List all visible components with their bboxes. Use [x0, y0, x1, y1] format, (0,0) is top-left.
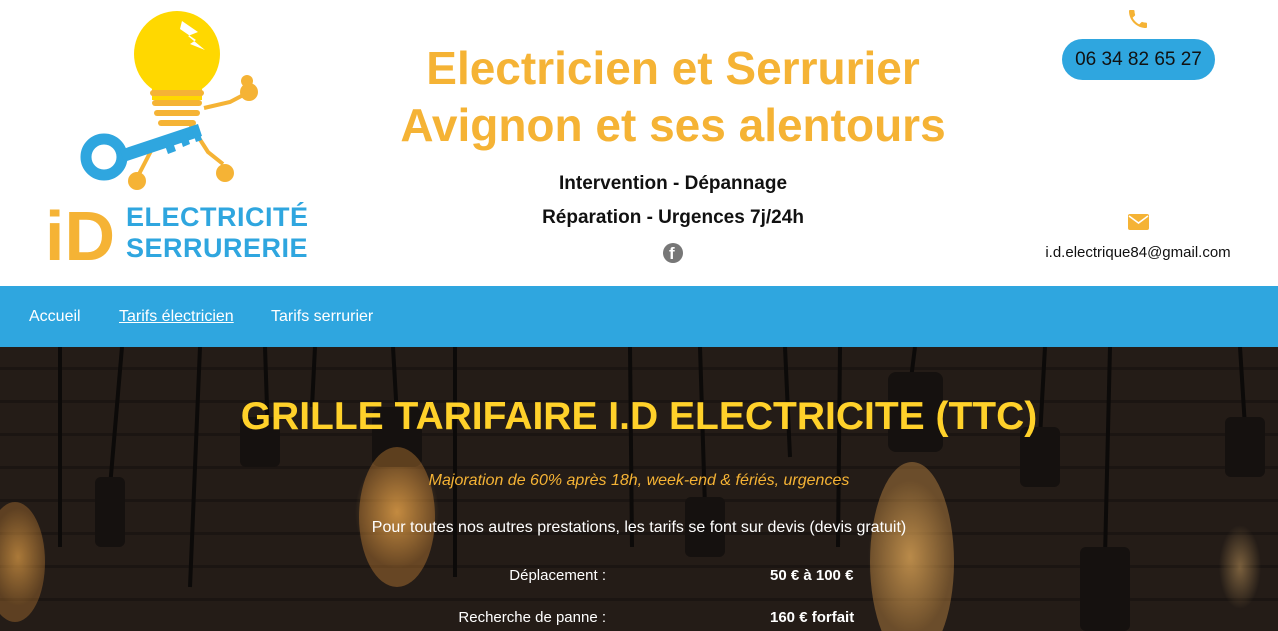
hero-quote-info: Pour toutes nos autres prestations, les … — [371, 519, 907, 536]
phone-icon — [1129, 10, 1147, 28]
price-value: 160 € forfait — [770, 609, 855, 626]
price-label: Recherche de panne : — [458, 609, 606, 626]
logo-wordmark: ELECTRICITÉ SERRURERIE — [126, 202, 309, 264]
email-link[interactable]: i.d.electrique84@gmail.com — [1000, 243, 1276, 263]
nav-item-tarifs-serrurier[interactable]: Tarifs serrurier — [271, 306, 373, 328]
hero-section: GRILLE TARIFAIRE I.D ELECTRICITE (TTC) M… — [0, 347, 1278, 631]
site-logo[interactable]: iD ELECTRICITÉ SERRURERIE — [40, 4, 320, 275]
main-nav: Accueil Tarifs électricien Tarifs serrur… — [0, 286, 1278, 347]
price-value: 50 € à 100 € — [770, 567, 854, 584]
subtitle-intervention: Intervention - Dépannage — [558, 173, 788, 194]
nav-item-accueil[interactable]: Accueil — [29, 306, 81, 328]
subtitle-reparation: Réparation - Urgences 7j/24h — [542, 207, 804, 228]
logo-line-2: SERRURERIE — [126, 233, 309, 263]
price-row: Déplacement : 50 € à 100 € — [0, 565, 1278, 587]
price-label: Déplacement : — [509, 567, 606, 584]
hero-title: GRILLE TARIFAIRE I.D ELECTRICITE (TTC) — [240, 395, 1038, 438]
nav-item-tarifs-electricien[interactable]: Tarifs électricien — [119, 306, 234, 328]
header-center: Electricien et Serrurier Avignon et ses … — [360, 40, 986, 263]
price-row: Recherche de panne : 160 € forfait — [0, 607, 1278, 629]
facebook-icon[interactable]: f — [663, 243, 683, 263]
site-header: iD ELECTRICITÉ SERRURERIE Electricien et… — [0, 0, 1278, 286]
hero-surcharge-note: Majoration de 60% après 18h, week-end & … — [428, 472, 850, 489]
mail-icon — [1128, 214, 1149, 230]
logo-letters: iD — [45, 197, 115, 274]
site-title-line-2: Avignon et ses alentours — [400, 99, 946, 151]
site-title-line-1: Electricien et Serrurier — [426, 42, 920, 94]
logo-line-1: ELECTRICITÉ — [126, 202, 309, 232]
phone-button[interactable]: 06 34 82 65 27 — [1062, 39, 1215, 80]
